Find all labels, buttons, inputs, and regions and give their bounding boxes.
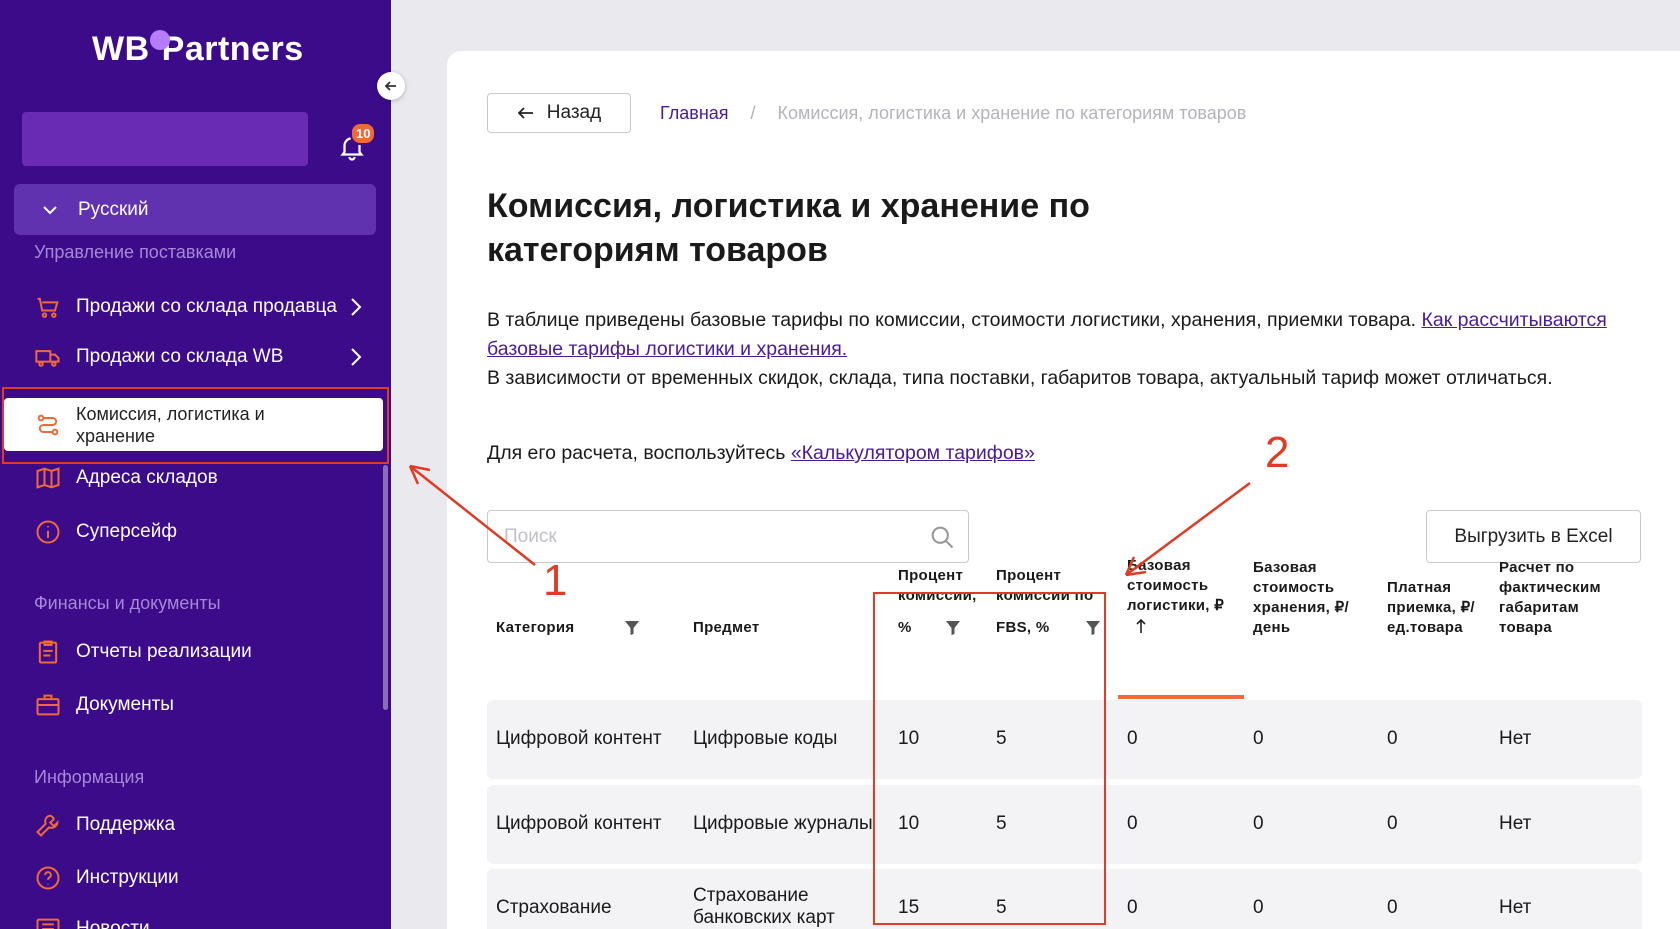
cell-logistics: 0 [1127,897,1138,918]
sort-up-icon[interactable] [1135,618,1147,634]
page-title: Комиссия, логистика и хранение по катего… [487,187,1090,269]
breadcrumb-separator: / [750,103,756,123]
wrench-icon [36,814,59,837]
briefcase-icon [36,694,60,716]
cell-actual-size: Нет [1499,897,1532,918]
sidebar-item-supersafe[interactable]: Суперсейф [34,518,374,546]
cell-storage: 0 [1253,813,1264,834]
chevron-right-icon [351,298,362,316]
cell-logistics: 0 [1127,813,1138,834]
cell-acceptance: 0 [1387,897,1398,918]
column-header-actual-size[interactable]: Расчет по фактическим габаритам товара [1499,558,1624,638]
column-header-category[interactable]: Категория [496,618,639,638]
notifications-badge: 10 [350,122,377,145]
annotation-box-sidebar [2,387,389,464]
account-switcher[interactable] [22,112,308,166]
cell-category: Цифровой контент [496,728,662,749]
search-icon[interactable] [928,523,956,551]
cell-logistics: 0 [1127,728,1138,749]
sidebar-item-news[interactable]: Новости [34,915,374,929]
cell-category: Цифровой контент [496,813,662,834]
page-description: В таблице приведены базовые тарифы по ко… [487,306,1627,393]
sidebar-item-reports[interactable]: Отчеты реализации [34,638,374,666]
cell-storage: 0 [1253,728,1264,749]
annotation-label-2: 2 [1265,428,1290,477]
info-icon [36,520,60,544]
logo-partners: Partners [161,30,304,68]
breadcrumb-home[interactable]: Главная [660,103,729,124]
sort-indicator [1118,695,1244,699]
logo-dot [150,30,170,50]
news-icon [36,918,60,929]
sidebar-item-documents[interactable]: Документы [34,691,374,719]
sidebar-item-label: Документы [76,694,174,715]
breadcrumb-current: Комиссия, логистика и хранение по катего… [777,103,1247,123]
header-label: Процент [996,567,1062,584]
search-placeholder: Поиск [504,525,557,547]
section-title-info: Информация [34,767,145,787]
description-text-2: В зависимости от временных скидок, склад… [487,367,1553,389]
cell-actual-size: Нет [1499,813,1532,834]
collapse-sidebar-button[interactable] [377,72,405,100]
sidebar-item-label: Продажи со склада продавца [76,296,337,317]
sidebar-item-label: Суперсейф [76,521,177,542]
arrow-left-icon [384,81,396,91]
annotation-box-commission-columns [873,592,1106,925]
sidebar-item-label: Адреса складов [76,467,218,488]
calculator-hint-text: Для его расчета, воспользуйтесь [487,442,791,464]
sidebar-item-label: Инструкции [76,867,179,888]
column-header-acceptance[interactable]: Платная приемка, ₽/ед.товара [1387,578,1482,638]
sidebar-item-sales-seller[interactable]: Продажи со склада продавца [34,293,374,321]
column-header-subject[interactable]: Предмет [693,618,760,638]
back-button[interactable]: Назад [487,93,631,133]
truck-icon [35,350,60,367]
sidebar-item-label: Поддержка [76,814,176,835]
cart-icon [37,297,59,318]
cell-subject: Цифровые журналы [693,813,873,834]
section-title-finance: Финансы и документы [34,593,221,613]
chevron-down-icon [43,205,57,214]
cell-acceptance: 0 [1387,813,1398,834]
breadcrumb: Главная / Комиссия, логистика и хранение… [660,103,1246,124]
logo[interactable]: WB Partners [92,30,304,69]
sidebar: WB Partners 10 Русский Управление поставк… [0,0,391,929]
header-label: Процент [898,567,964,584]
annotation-arrowhead-1 [408,464,431,485]
map-icon [36,467,60,489]
cell-acceptance: 0 [1387,728,1398,749]
arrow-left-icon [517,107,533,119]
question-icon [36,866,60,890]
cell-category: Страхование [496,897,612,918]
annotation-label-1: 1 [543,556,568,605]
export-excel-button[interactable]: Выгрузить в Excel [1426,510,1641,563]
column-header-logistics[interactable]: Базовая стоимость логистики, ₽ [1127,556,1227,636]
clipboard-icon [38,640,58,664]
header-label: Базовая стоимость логистики, ₽ [1127,557,1225,614]
language-select[interactable]: Русский [14,184,376,235]
description-text: В таблице приведены базовые тарифы по ко… [487,309,1422,331]
cell-subject: Цифровые коды [693,728,838,749]
logo-wb: WB [92,30,150,68]
back-label: Назад [546,102,602,123]
calculator-hint: Для его расчета, воспользуйтесь «Калькул… [487,442,1035,465]
sidebar-scrollbar[interactable] [383,465,388,710]
sidebar-item-sales-wb[interactable]: Продажи со склада WB [34,343,374,371]
sidebar-item-label: Новости [76,918,150,929]
sidebar-item-instructions[interactable]: Инструкции [34,864,374,892]
sidebar-item-support[interactable]: Поддержка [34,811,374,839]
cell-subject: Страхование банковских карт [693,885,835,928]
sidebar-item-label: Отчеты реализации [76,641,252,662]
sidebar-item-warehouses[interactable]: Адреса складов [34,464,374,492]
filter-icon[interactable] [624,620,639,636]
cell-actual-size: Нет [1499,728,1532,749]
column-header-storage[interactable]: Базовая стоимость хранения, ₽/день [1253,558,1368,638]
chevron-right-icon [351,348,362,366]
language-label: Русский [78,198,149,220]
cell-storage: 0 [1253,897,1264,918]
calculator-link[interactable]: «Калькулятором тарифов» [791,442,1035,464]
section-title-supply: Управление поставками [34,242,237,262]
sidebar-item-label: Продажи со склада WB [76,346,284,367]
header-label: Категория [496,619,575,636]
